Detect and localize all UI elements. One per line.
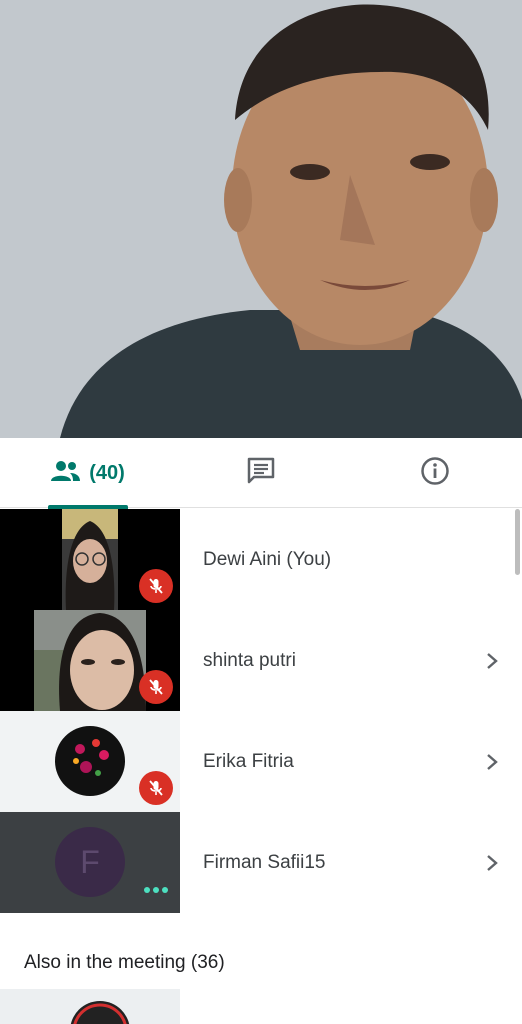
- participant-video-tile: [0, 509, 180, 610]
- participant-row[interactable]: Dewi Aini (You): [0, 509, 522, 610]
- participant-name: Erika Fitria: [203, 751, 294, 772]
- participant-count: (40): [89, 461, 125, 484]
- mic-off-icon: [139, 569, 173, 603]
- mic-off-icon: [139, 670, 173, 704]
- main-video[interactable]: [0, 0, 522, 438]
- tab-people[interactable]: (40): [0, 438, 174, 509]
- scrollbar[interactable]: [515, 509, 520, 575]
- participant-row[interactable]: shinta putri: [0, 610, 522, 711]
- chat-icon: [246, 456, 276, 491]
- mic-off-icon: [139, 771, 173, 805]
- avatar: [70, 1001, 130, 1024]
- panel-tabs: (40): [0, 438, 522, 509]
- people-icon: [49, 459, 81, 488]
- chevron-right-icon[interactable]: [484, 651, 500, 676]
- avatar: F: [55, 827, 125, 897]
- avatar-initial: F: [80, 843, 100, 880]
- participant-video-tile: [0, 610, 180, 711]
- participant-list: Dewi Aini (You) shinta putri Erika Fitri…: [0, 509, 522, 913]
- participant-name: Dewi Aini (You): [203, 549, 332, 570]
- participant-avatar-tile[interactable]: [0, 989, 180, 1024]
- speaker-video-frame: [0, 0, 522, 438]
- chevron-right-icon[interactable]: [484, 752, 500, 777]
- chevron-right-icon[interactable]: [484, 853, 500, 878]
- participant-row[interactable]: Erika Fitria: [0, 711, 522, 812]
- tab-info[interactable]: [348, 438, 522, 508]
- participant-avatar-tile: [0, 711, 180, 812]
- participant-row[interactable]: F Firman Safii15: [0, 812, 522, 913]
- info-icon: [420, 456, 450, 491]
- participant-name: Firman Safii15: [203, 852, 326, 873]
- participant-name: shinta putri: [203, 650, 296, 671]
- participant-avatar-tile: F: [0, 812, 180, 913]
- tab-chat[interactable]: [174, 438, 348, 508]
- also-in-meeting-heading: Also in the meeting (36): [24, 952, 225, 973]
- speaking-indicator-icon: [144, 887, 168, 893]
